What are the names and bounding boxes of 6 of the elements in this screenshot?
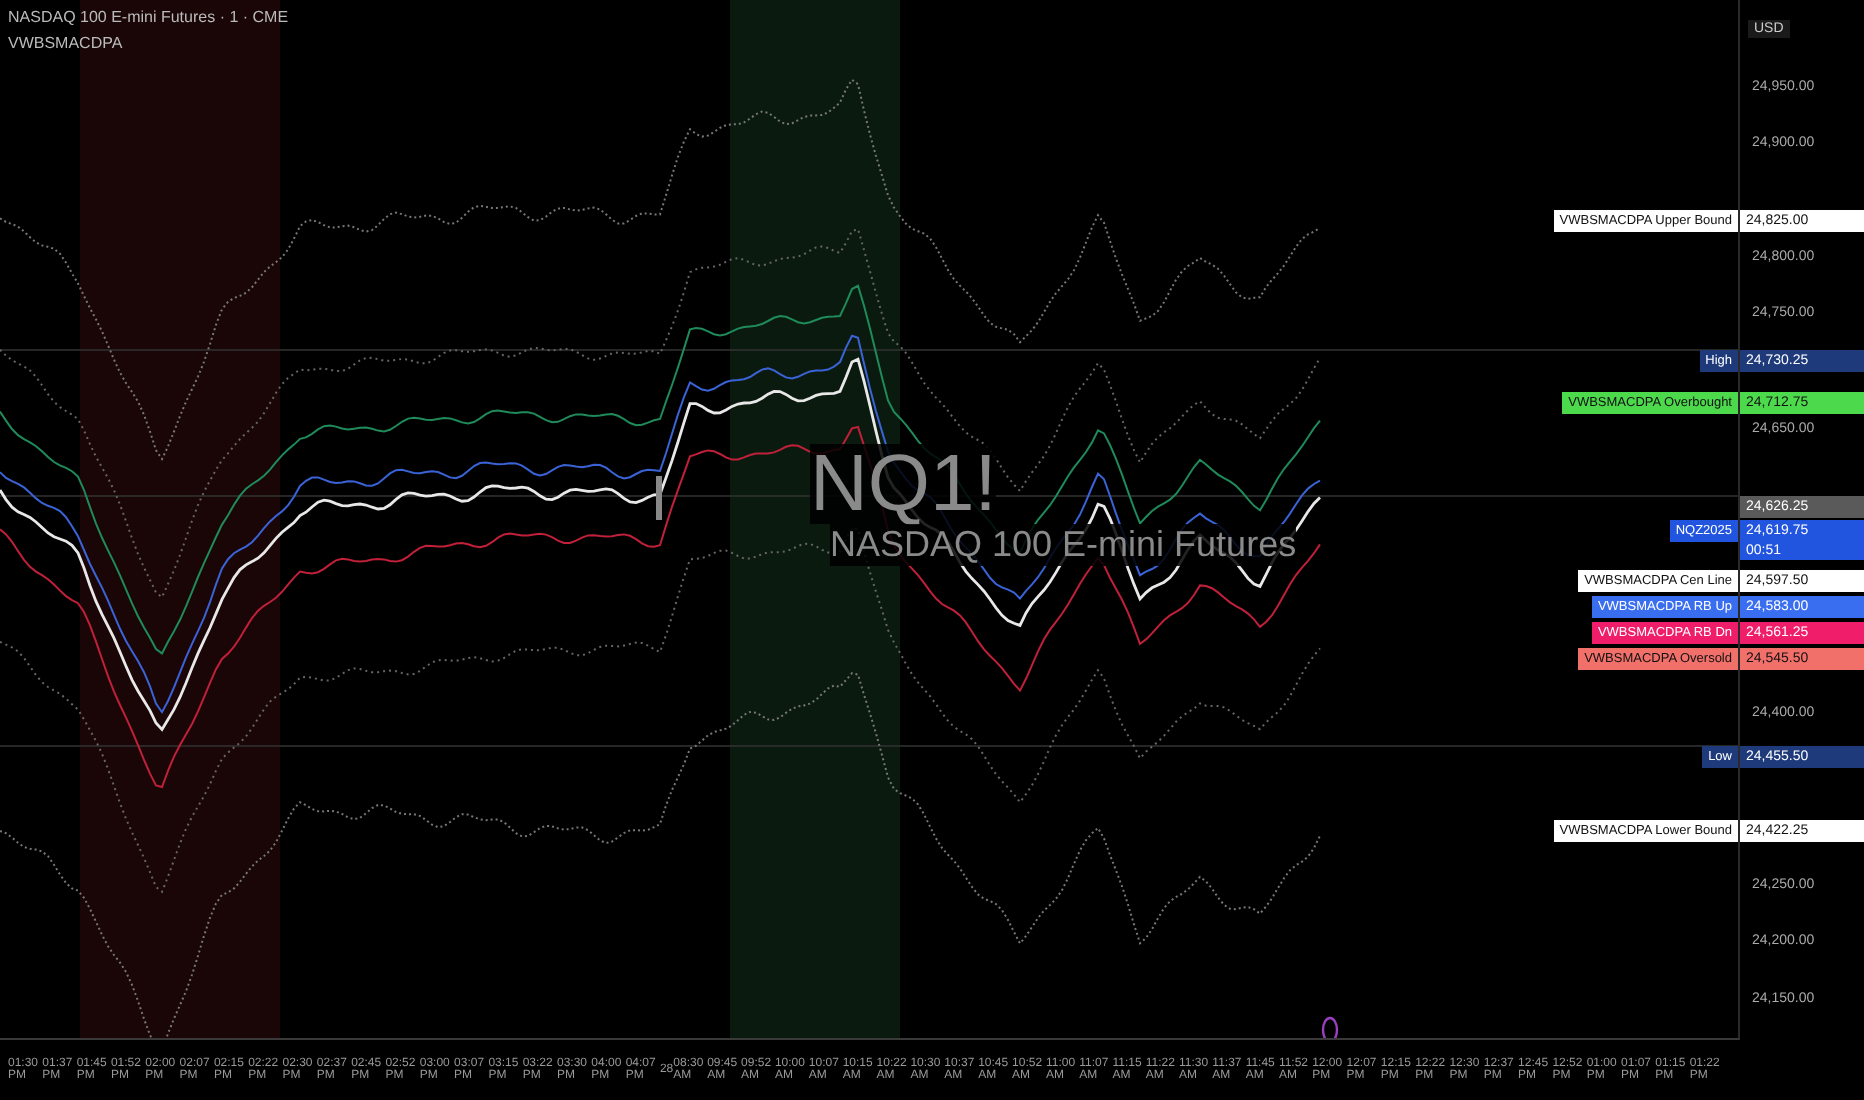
symbol-title: NASDAQ 100 E-mini Futures · 1 · CME: [8, 8, 289, 26]
watermark-ticker: NQ1!: [810, 444, 997, 524]
event-marker-icon[interactable]: [1320, 1016, 1340, 1038]
watermark-name: NASDAQ 100 E-mini Futures: [830, 524, 1297, 566]
indicator-title: VWBSMACDPA: [8, 34, 125, 52]
bar-marker: [656, 476, 662, 520]
